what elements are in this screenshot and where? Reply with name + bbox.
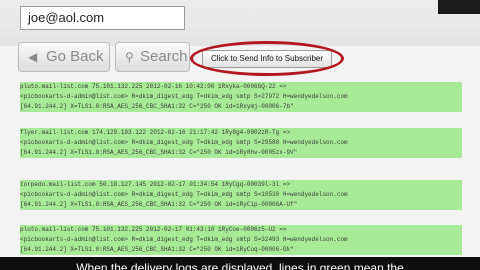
log-entry: flyer.mail-list.com 174.129.193.122 2012… bbox=[20, 128, 462, 158]
log-line: [64.91.244.2] X=TLS1.0:RSA_AES_256_CBC_S… bbox=[20, 201, 298, 208]
dark-corner bbox=[438, 0, 480, 14]
log-line: <picbookarts-d-admin@list.com> R=dkim_di… bbox=[20, 191, 348, 198]
log-line: <picbookarts-d-admin@list.com> R=dkim_di… bbox=[20, 236, 348, 243]
arrow-left-icon: ◀ bbox=[28, 50, 38, 64]
magnifier-icon: ⚲ bbox=[125, 50, 134, 64]
log-line: [64.91.244.2] X=TLS1.0:RSA_AES_256_CBC_S… bbox=[20, 149, 298, 156]
caption-text: When the delivery logs are displayed, li… bbox=[76, 261, 404, 270]
log-entry: pluto.mail-list.com 75.101.132.225 2012-… bbox=[20, 225, 462, 255]
log-line: flyer.mail-list.com 174.129.193.122 2012… bbox=[20, 129, 291, 136]
log-line: <picbookarts-d-admin@list.com> R=dkim_di… bbox=[20, 139, 348, 146]
log-entry: torpedo.mail-list.com 50.18.127.145 2012… bbox=[20, 180, 462, 210]
caption-bar: When the delivery logs are displayed, li… bbox=[0, 257, 480, 270]
log-line: [64.91.244.2] X=TLS1.0:RSA_AES_256_CBC_S… bbox=[20, 246, 294, 253]
search-button[interactable]: ⚲ Search bbox=[115, 42, 190, 72]
log-line: torpedo.mail-list.com 50.18.127.145 2012… bbox=[20, 181, 291, 188]
go-back-label: Go Back bbox=[46, 48, 104, 65]
go-back-button[interactable]: ◀ Go Back bbox=[18, 42, 110, 72]
search-label: Search bbox=[140, 48, 188, 65]
log-line: [64.91.244.2] X=TLS1.0:RSA_AES_256_CBC_S… bbox=[20, 103, 294, 110]
log-line: <picbookarts-d-admin@list.com> R=dkim_di… bbox=[20, 93, 348, 100]
log-entry: pluto.mail-list.com 75.101.132.225 2012-… bbox=[20, 82, 462, 112]
email-field[interactable]: joe@aol.com bbox=[20, 6, 185, 30]
log-line: pluto.mail-list.com 75.101.132.225 2012-… bbox=[20, 226, 287, 233]
log-line: pluto.mail-list.com 75.101.132.225 2012-… bbox=[20, 83, 287, 90]
send-info-button[interactable]: Click to Send Info to Subscriber bbox=[202, 50, 332, 68]
